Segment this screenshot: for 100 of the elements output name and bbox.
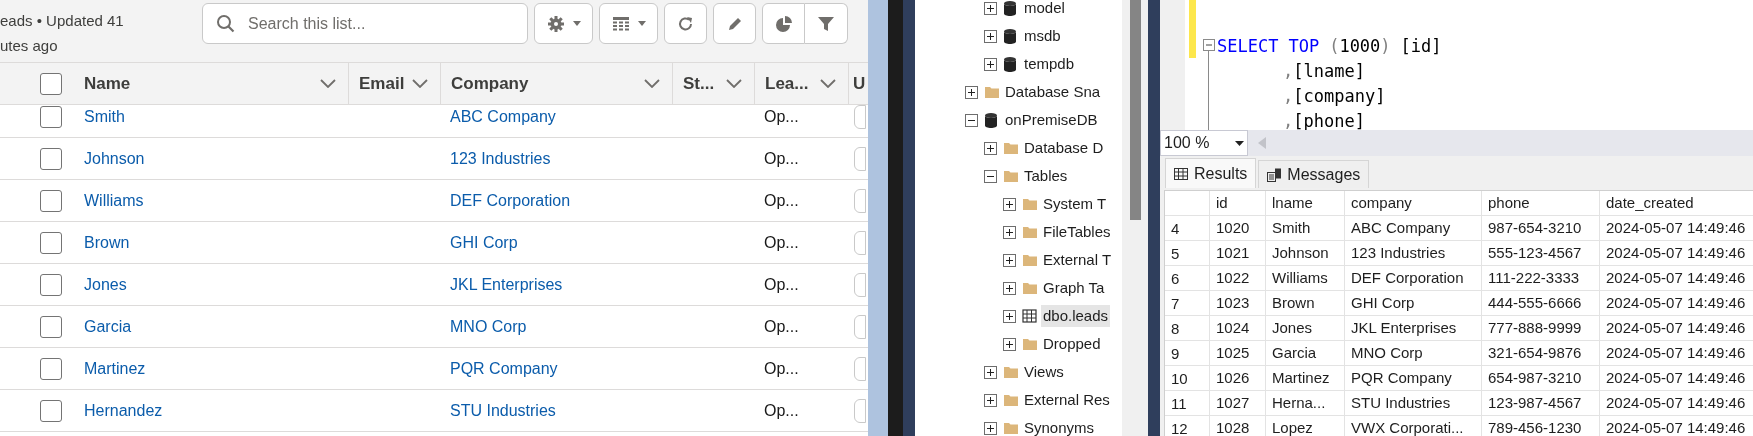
- company-link[interactable]: ABC Company: [450, 107, 556, 125]
- checkbox[interactable]: [40, 273, 62, 296]
- table-cell: Op...: [764, 359, 799, 377]
- row-number: 9: [1165, 341, 1210, 365]
- company-link[interactable]: JKL Enterprises: [450, 275, 563, 293]
- expander[interactable]: [984, 393, 997, 407]
- checkbox[interactable]: [40, 105, 62, 128]
- company-link[interactable]: 123 Industries: [450, 149, 551, 167]
- name-link[interactable]: Smith: [84, 105, 125, 129]
- scrollbar[interactable]: [1122, 0, 1148, 436]
- expander[interactable]: [984, 421, 997, 435]
- column-header[interactable]: Company: [451, 70, 672, 97]
- checkbox[interactable]: [40, 189, 62, 212]
- expander[interactable]: [965, 113, 978, 127]
- tree-item[interactable]: Synonyms: [1022, 416, 1097, 436]
- tree-item[interactable]: Database D: [1022, 136, 1106, 160]
- expander[interactable]: [984, 141, 997, 155]
- column-header[interactable]: company: [1345, 191, 1482, 215]
- table-button[interactable]: [599, 3, 658, 44]
- name-link[interactable]: Brown: [84, 230, 130, 255]
- result-tab[interactable]: Results: [1165, 158, 1257, 188]
- tree-item[interactable]: FileTables: [1041, 220, 1113, 244]
- edit-button[interactable]: [713, 3, 756, 44]
- expander[interactable]: [984, 29, 997, 43]
- expander[interactable]: [965, 85, 978, 99]
- column-header[interactable]: Lea...: [765, 70, 848, 97]
- column-header[interactable]: lname: [1266, 191, 1345, 215]
- expander[interactable]: [1003, 253, 1016, 267]
- company-link[interactable]: DEF Corporation: [450, 191, 571, 209]
- collapse-button[interactable]: [1203, 39, 1215, 51]
- expander[interactable]: [984, 169, 997, 183]
- column-header[interactable]: Email: [359, 70, 440, 97]
- name-link[interactable]: Hernandez: [84, 398, 163, 423]
- table-cell: ABC Company: [1345, 216, 1482, 240]
- tree-item[interactable]: onPremiseDB: [1003, 108, 1100, 132]
- scroll-left-icon: [1258, 137, 1266, 149]
- column-header[interactable]: U: [853, 70, 868, 97]
- code-line: ,[lname]: [1282, 60, 1366, 83]
- tree-item[interactable]: Views: [1022, 360, 1066, 384]
- expander[interactable]: [984, 57, 997, 71]
- tree-item[interactable]: Graph Ta: [1041, 276, 1107, 300]
- expander[interactable]: [1003, 225, 1016, 239]
- tree-item[interactable]: Tables: [1022, 164, 1070, 188]
- database-icon: [1003, 56, 1018, 72]
- refresh-button[interactable]: [664, 3, 707, 44]
- column-header[interactable]: phone: [1482, 191, 1600, 215]
- expander[interactable]: [1003, 281, 1016, 295]
- table-cell: Op...: [764, 149, 799, 167]
- name-link[interactable]: Johnson: [84, 146, 145, 171]
- plus-icon: [985, 30, 996, 42]
- tree-item[interactable]: msdb: [1022, 24, 1063, 48]
- tree-item[interactable]: tempdb: [1022, 52, 1077, 76]
- name-link[interactable]: Garcia: [84, 314, 132, 339]
- zoom-dropdown[interactable]: 100 %: [1160, 130, 1248, 156]
- result-tab[interactable]: Messages: [1258, 160, 1370, 188]
- expander[interactable]: [1003, 309, 1016, 323]
- checkbox[interactable]: [40, 315, 62, 338]
- company-link[interactable]: MNO Corp: [450, 317, 527, 335]
- checkbox[interactable]: [40, 357, 62, 380]
- chart-button[interactable]: [762, 3, 805, 44]
- plus-icon: [985, 394, 996, 406]
- checkbox[interactable]: [40, 231, 62, 254]
- expander[interactable]: [1003, 197, 1016, 211]
- tree-item[interactable]: Database Sna: [1003, 80, 1103, 104]
- search-field[interactable]: Search this list...: [202, 3, 528, 44]
- name-link[interactable]: Jones: [84, 272, 127, 297]
- name-link[interactable]: Williams: [84, 188, 144, 213]
- table-cell: 111-222-3333: [1482, 266, 1600, 290]
- column-header[interactable]: St...: [683, 70, 754, 97]
- column-header[interactable]: date_created: [1600, 191, 1753, 215]
- settings-button[interactable]: [534, 3, 593, 44]
- company-link[interactable]: PQR Company: [450, 359, 558, 377]
- tree-item[interactable]: dbo.leads: [1041, 304, 1111, 328]
- row-number: 5: [1165, 241, 1210, 265]
- column-header[interactable]: id: [1210, 191, 1266, 215]
- pie-chart-icon: [774, 14, 793, 33]
- plus-icon: [985, 366, 996, 378]
- tree-item[interactable]: External T: [1041, 248, 1114, 272]
- tree-item[interactable]: model: [1022, 0, 1067, 20]
- scrollbar-thumb[interactable]: [1129, 0, 1141, 220]
- tree-item[interactable]: External Res: [1022, 388, 1112, 412]
- checkbox[interactable]: [40, 147, 62, 170]
- table-cell: Op...: [764, 317, 799, 335]
- table-cell: Lopez: [1266, 416, 1345, 436]
- checkbox[interactable]: [40, 399, 62, 422]
- company-link[interactable]: GHI Corp: [450, 233, 518, 251]
- column-header[interactable]: Name: [84, 70, 348, 97]
- expander[interactable]: [984, 365, 997, 379]
- company-link[interactable]: STU Industries: [450, 401, 556, 419]
- expander[interactable]: [984, 1, 997, 15]
- table-cell: 654-987-3210: [1482, 366, 1600, 390]
- expander[interactable]: [1003, 337, 1016, 351]
- filter-button[interactable]: [805, 3, 848, 44]
- checkbox[interactable]: [40, 72, 62, 95]
- caret-icon: [572, 21, 581, 26]
- tree-item[interactable]: Dropped: [1041, 332, 1103, 356]
- table-cell: 2024-05-07 14:49:46: [1600, 316, 1753, 340]
- table-cell: 2024-05-07 14:49:46: [1600, 341, 1753, 365]
- tree-item[interactable]: System T: [1041, 192, 1109, 216]
- name-link[interactable]: Martinez: [84, 356, 146, 381]
